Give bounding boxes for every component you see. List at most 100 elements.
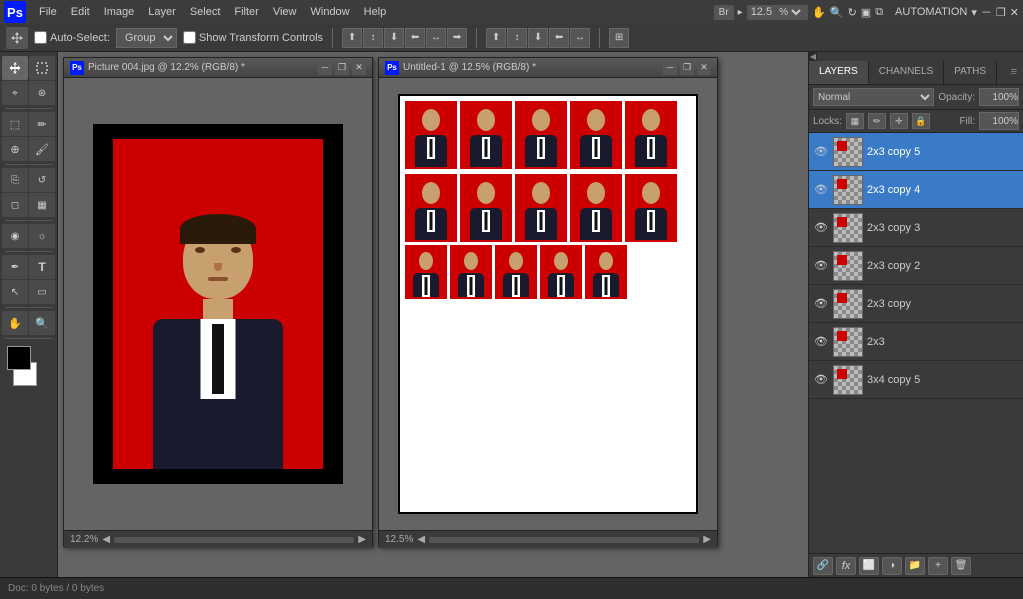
pen-tool-btn[interactable]: ✒: [2, 255, 28, 279]
fill-input[interactable]: [979, 112, 1019, 130]
auto-select-dropdown[interactable]: Group Layer: [116, 28, 177, 48]
menu-select[interactable]: Select: [183, 4, 228, 20]
doc1-titlebar[interactable]: Ps Picture 004.jpg @ 12.2% (RGB/8) * － ❐…: [64, 58, 372, 78]
move-tool-btn[interactable]: [2, 56, 28, 80]
layer-eye-3[interactable]: 👁: [813, 220, 829, 236]
lasso-tool-btn[interactable]: ⌖: [2, 81, 28, 105]
doc2-nav-left[interactable]: ◀: [417, 534, 425, 545]
new-layer-btn[interactable]: +: [928, 557, 948, 575]
clone-stamp-btn[interactable]: ⎘: [2, 168, 28, 192]
transform-input[interactable]: [183, 31, 196, 44]
foreground-color[interactable]: [7, 346, 31, 370]
adjustment-btn[interactable]: ◑: [882, 557, 902, 575]
doc1-nav-left[interactable]: ◀: [102, 534, 110, 545]
doc2-scrollbar[interactable]: [429, 537, 699, 543]
layer-item-3[interactable]: 👁 2x3 copy 3: [809, 209, 1023, 247]
dist-top-btn[interactable]: ⬆: [486, 28, 506, 48]
panel-collapse-arrow[interactable]: ◀: [809, 52, 817, 61]
layer-item-5[interactable]: 👁 2x3 copy: [809, 285, 1023, 323]
brush-tool-btn[interactable]: 🖌: [29, 137, 55, 161]
opacity-input[interactable]: [979, 88, 1019, 106]
menu-window[interactable]: Window: [304, 4, 357, 20]
link-layers-btn[interactable]: 🔗: [813, 557, 833, 575]
minimize-icon[interactable]: －: [981, 4, 992, 20]
layer-eye-2[interactable]: 👁: [813, 182, 829, 198]
close-icon[interactable]: ✕: [1010, 6, 1019, 19]
gradient-btn[interactable]: ▦: [29, 193, 55, 217]
menu-help[interactable]: Help: [357, 4, 394, 20]
layer-item-4[interactable]: 👁 2x3 copy 2: [809, 247, 1023, 285]
hand-tool-btn[interactable]: ✋: [2, 311, 28, 335]
panel-menu-icon[interactable]: ≡: [1005, 61, 1023, 84]
zoom-tool-btn[interactable]: 🔍: [29, 311, 55, 335]
align-bottom-btn[interactable]: ⬇: [384, 28, 404, 48]
history-brush-btn[interactable]: ↺: [29, 168, 55, 192]
move-tool-icon[interactable]: [6, 27, 28, 49]
layer-eye-4[interactable]: 👁: [813, 258, 829, 274]
menu-layer[interactable]: Layer: [141, 4, 183, 20]
doc2-titlebar[interactable]: Ps Untitled-1 @ 12.5% (RGB/8) * － ❐ ✕: [379, 58, 717, 78]
layer-eye-6[interactable]: 👁: [813, 334, 829, 350]
align-left-btn[interactable]: ⬅: [405, 28, 425, 48]
doc1-scrollbar[interactable]: [114, 537, 354, 543]
color-preview[interactable]: [7, 346, 51, 386]
menu-filter[interactable]: Filter: [227, 4, 265, 20]
layer-eye-1[interactable]: 👁: [813, 144, 829, 160]
transform-checkbox[interactable]: Show Transform Controls: [183, 31, 323, 44]
doc1-minimize[interactable]: －: [318, 61, 332, 75]
group-btn[interactable]: 📁: [905, 557, 925, 575]
crop-tool-btn[interactable]: ⬚: [2, 112, 28, 136]
menu-view[interactable]: View: [266, 4, 304, 20]
restore-icon[interactable]: ❐: [996, 6, 1006, 19]
tab-channels[interactable]: CHANNELS: [869, 61, 944, 84]
auto-select-input[interactable]: [34, 31, 47, 44]
align-top-btn[interactable]: ⬆: [342, 28, 362, 48]
bridge-button[interactable]: Br: [714, 5, 734, 20]
menu-image[interactable]: Image: [97, 4, 142, 20]
doc2-close[interactable]: ✕: [697, 61, 711, 75]
doc2-maximize[interactable]: ❐: [680, 61, 694, 75]
blend-mode-select[interactable]: Normal: [813, 88, 934, 106]
eraser-btn[interactable]: ◻: [2, 193, 28, 217]
type-tool-btn[interactable]: T: [29, 255, 55, 279]
layer-eye-7[interactable]: 👁: [813, 372, 829, 388]
dist-vcenter-btn[interactable]: ↕: [507, 28, 527, 48]
dist-hcenter-btn[interactable]: ↔: [570, 28, 590, 48]
zoom-unit-select[interactable]: %: [775, 6, 804, 19]
layer-item-7[interactable]: 👁 3x4 copy 5: [809, 361, 1023, 399]
add-mask-btn[interactable]: ⬜: [859, 557, 879, 575]
quick-select-btn[interactable]: ⊛: [29, 81, 55, 105]
lock-all-btn[interactable]: 🔒: [912, 113, 930, 129]
doc1-maximize[interactable]: ❐: [335, 61, 349, 75]
lock-pixels-btn[interactable]: ✏: [868, 113, 886, 129]
align-right-btn[interactable]: ➡: [447, 28, 467, 48]
menu-file[interactable]: File: [32, 4, 64, 20]
menu-edit[interactable]: Edit: [64, 4, 97, 20]
tab-layers[interactable]: LAYERS: [809, 61, 869, 84]
layer-item-2[interactable]: 👁 2x3 copy 4: [809, 171, 1023, 209]
auto-align-btn[interactable]: ⊞: [609, 28, 629, 48]
path-select-btn[interactable]: ↖: [2, 280, 28, 304]
layer-item-1[interactable]: 👁 2x3 copy 5: [809, 133, 1023, 171]
tab-paths[interactable]: PATHS: [944, 61, 997, 84]
align-hcenter-btn[interactable]: ↔: [426, 28, 446, 48]
layer-eye-5[interactable]: 👁: [813, 296, 829, 312]
lock-position-btn[interactable]: ✛: [890, 113, 908, 129]
doc2-minimize[interactable]: －: [663, 61, 677, 75]
doc1-close[interactable]: ✕: [352, 61, 366, 75]
blur-btn[interactable]: ◉: [2, 224, 28, 248]
dist-bottom-btn[interactable]: ⬇: [528, 28, 548, 48]
dodge-btn[interactable]: ☼: [29, 224, 55, 248]
auto-select-checkbox[interactable]: Auto-Select:: [34, 31, 110, 44]
doc2-nav-right[interactable]: ▶: [703, 534, 711, 545]
doc1-nav-right[interactable]: ▶: [358, 534, 366, 545]
lock-transparency-btn[interactable]: ▦: [846, 113, 864, 129]
automation-dropdown-icon[interactable]: ▾: [971, 6, 977, 19]
align-vcenter-btn[interactable]: ↕: [363, 28, 383, 48]
fx-btn[interactable]: fx: [836, 557, 856, 575]
layer-item-6[interactable]: 👁 2x3: [809, 323, 1023, 361]
healing-btn[interactable]: ⊕: [2, 137, 28, 161]
eyedropper-btn[interactable]: ✏: [29, 112, 55, 136]
shape-tool-btn[interactable]: ▭: [29, 280, 55, 304]
delete-layer-btn[interactable]: 🗑: [951, 557, 971, 575]
